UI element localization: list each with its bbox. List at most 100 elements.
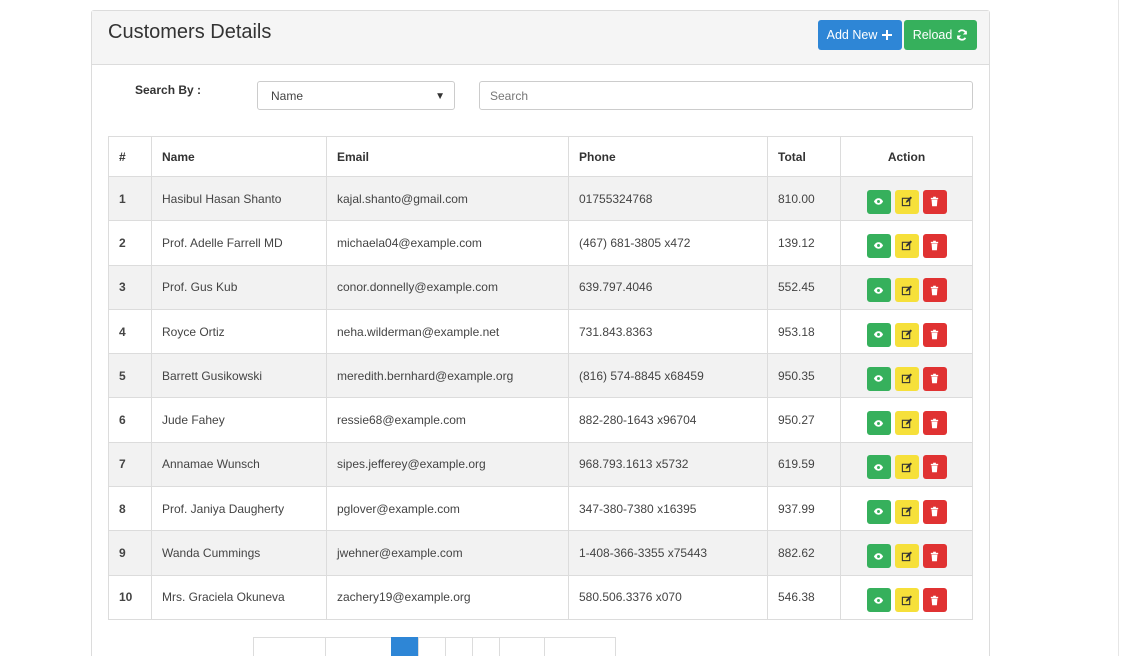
eye-icon <box>873 419 884 427</box>
view-button[interactable] <box>866 499 891 524</box>
view-button[interactable] <box>866 411 891 436</box>
window-edge <box>1118 0 1119 656</box>
delete-button[interactable] <box>922 455 947 480</box>
edit-button[interactable] <box>894 455 919 480</box>
customer-email: conor.donnelly@example.com <box>326 264 569 310</box>
table-row: 5 Barrett Gusikowski meredith.bernhard@e… <box>108 353 973 399</box>
table-row: 4 Royce Ortiz neha.wilderman@example.net… <box>108 308 973 355</box>
row-number: 10 <box>108 574 152 620</box>
delete-button[interactable] <box>922 411 947 436</box>
customer-name: Prof. Gus Kub <box>151 264 327 310</box>
pagination-page-active[interactable] <box>391 637 419 656</box>
customer-total: 552.45 <box>767 264 841 310</box>
table-row: 1 Hasibul Hasan Shanto kajal.shanto@gmai… <box>108 175 973 222</box>
trash-icon <box>930 506 939 517</box>
view-button[interactable] <box>866 588 891 613</box>
customer-total: 950.27 <box>767 397 841 443</box>
search-field-select[interactable]: Name ▼ <box>257 81 455 110</box>
view-button[interactable] <box>866 233 891 258</box>
view-button[interactable] <box>866 322 891 347</box>
edit-button[interactable] <box>894 499 919 524</box>
edit-icon <box>901 196 912 207</box>
row-number: 4 <box>108 308 152 355</box>
customer-email: kajal.shanto@gmail.com <box>326 175 569 222</box>
row-number: 9 <box>108 530 152 576</box>
eye-icon <box>873 287 884 294</box>
row-actions <box>840 397 973 443</box>
view-button[interactable] <box>866 544 891 569</box>
pagination-previous[interactable] <box>325 637 392 656</box>
trash-icon <box>930 551 939 561</box>
customer-phone: 882-280-1643 x96704 <box>568 397 768 443</box>
delete-button[interactable] <box>922 499 947 524</box>
row-number: 7 <box>108 441 152 488</box>
pagination-page[interactable] <box>418 637 446 656</box>
search-input[interactable] <box>479 81 973 110</box>
eye-icon <box>873 242 884 250</box>
edit-button[interactable] <box>894 322 919 347</box>
trash-icon <box>930 462 939 473</box>
row-number: 6 <box>108 397 152 443</box>
col-header-total: Total <box>767 136 841 177</box>
eye-icon <box>873 597 884 604</box>
pagination-next[interactable] <box>499 637 545 656</box>
add-new-button[interactable]: Add New <box>818 20 902 50</box>
customer-total: 882.62 <box>767 530 841 576</box>
edit-icon <box>901 329 912 340</box>
eye-icon <box>873 552 884 560</box>
pagination-page[interactable] <box>472 637 500 656</box>
trash-icon <box>930 285 939 296</box>
customer-phone: 731.843.8363 <box>568 308 768 355</box>
edit-button[interactable] <box>894 366 919 391</box>
pagination-first[interactable] <box>253 637 326 656</box>
row-actions <box>840 175 973 222</box>
customer-email: jwehner@example.com <box>326 530 569 576</box>
pagination-page[interactable] <box>445 637 473 656</box>
pagination-last[interactable] <box>544 637 616 656</box>
plus-icon <box>882 30 893 40</box>
reload-label: Reload <box>912 28 953 42</box>
table-row: 3 Prof. Gus Kub conor.donnelly@example.c… <box>108 264 973 310</box>
customer-name: Hasibul Hasan Shanto <box>151 175 327 222</box>
delete-button[interactable] <box>922 278 947 303</box>
table-row: 7 Annamae Wunsch sipes.jefferey@example.… <box>108 441 973 488</box>
customer-total: 546.38 <box>767 574 841 620</box>
view-button[interactable] <box>866 278 891 303</box>
eye-icon <box>873 331 884 338</box>
row-actions <box>840 574 973 620</box>
table-row: 8 Prof. Janiya Daugherty pglover@example… <box>108 486 973 532</box>
col-header-phone: Phone <box>568 136 768 177</box>
add-new-label: Add New <box>826 28 878 42</box>
reload-button[interactable]: Reload <box>904 20 977 50</box>
customer-phone: 01755324768 <box>568 175 768 222</box>
edit-button[interactable] <box>894 411 919 436</box>
edit-icon <box>901 285 912 295</box>
edit-button[interactable] <box>894 544 919 569</box>
delete-button[interactable] <box>922 366 947 391</box>
edit-button[interactable] <box>894 278 919 303</box>
view-button[interactable] <box>866 455 891 480</box>
customer-email: pglover@example.com <box>326 486 569 532</box>
table-header-row: # Name Email Phone Total Action <box>108 136 973 177</box>
edit-button[interactable] <box>894 588 919 613</box>
customer-total: 937.99 <box>767 486 841 532</box>
view-button[interactable] <box>866 189 891 214</box>
trash-icon <box>930 418 939 428</box>
edit-button[interactable] <box>894 233 919 258</box>
customer-phone: (816) 574-8845 x68459 <box>568 353 768 399</box>
customer-email: michaela04@example.com <box>326 220 569 266</box>
delete-button[interactable] <box>922 588 947 613</box>
delete-button[interactable] <box>922 233 947 258</box>
selected-field: Name <box>271 88 304 103</box>
edit-icon <box>901 506 912 517</box>
edit-button[interactable] <box>894 189 919 214</box>
page-title: Customers Details <box>108 21 272 43</box>
trash-icon <box>930 329 939 340</box>
delete-button[interactable] <box>922 322 947 347</box>
view-button[interactable] <box>866 366 891 391</box>
row-actions <box>840 486 973 532</box>
delete-button[interactable] <box>922 189 947 214</box>
refresh-icon <box>957 29 968 41</box>
customer-total: 810.00 <box>767 175 841 222</box>
delete-button[interactable] <box>922 544 947 569</box>
